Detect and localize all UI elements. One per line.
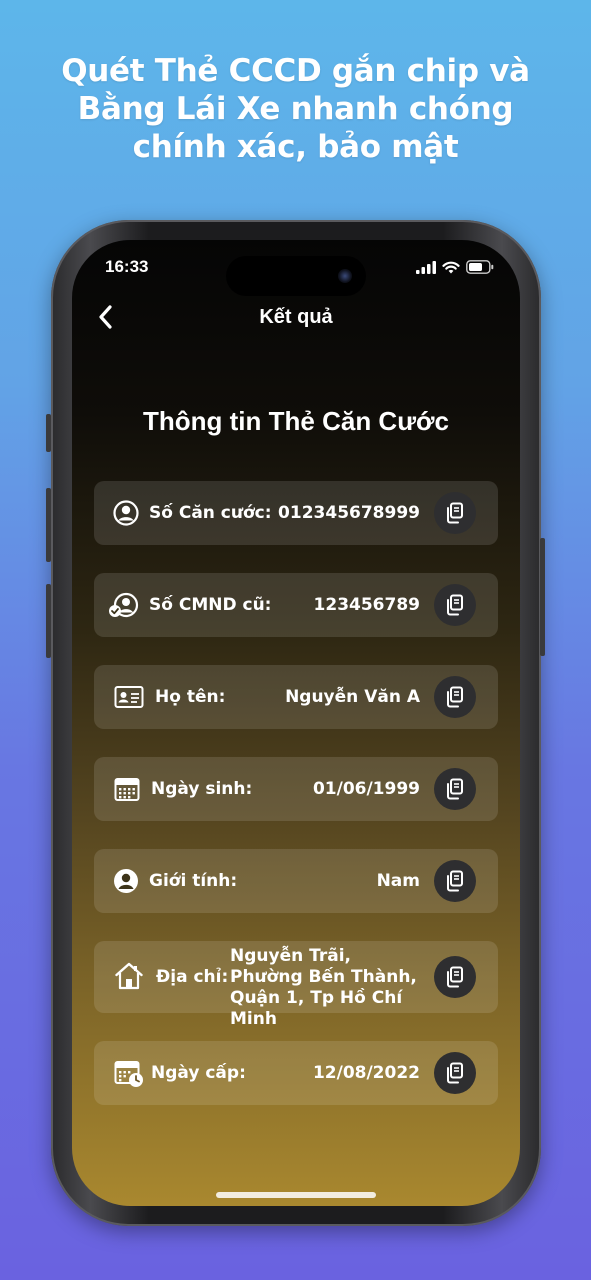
- person-check-icon: [109, 592, 139, 618]
- battery-icon: [466, 260, 494, 274]
- field-label: Địa chỉ:: [156, 967, 229, 987]
- calendar-icon: [114, 778, 140, 801]
- field-value: 012345678999: [278, 503, 420, 523]
- copy-icon: [447, 778, 463, 800]
- person-circle-icon: [114, 869, 138, 893]
- field-card-gender: Giới tính: Nam: [94, 849, 498, 913]
- home-indicator[interactable]: [216, 1192, 376, 1198]
- field-card-citizen-id: Số Căn cước: 012345678999: [94, 481, 498, 545]
- status-time: 16:33: [105, 257, 149, 276]
- dynamic-island: [226, 256, 366, 296]
- wifi-icon: [442, 261, 460, 273]
- phone-screen: 16:33 Kết quả Thông tin Thẻ Căn Cước Số …: [72, 240, 520, 1206]
- nav-title: Kết quả: [259, 306, 333, 328]
- copy-button[interactable]: [434, 860, 476, 902]
- copy-icon: [447, 966, 463, 988]
- field-card-issue-date: Ngày cấp: 12/08/2022: [94, 1041, 498, 1105]
- signal-icon: [416, 260, 436, 274]
- field-label: Ngày sinh:: [151, 779, 253, 799]
- copy-icon: [447, 502, 463, 524]
- field-card-address: Địa chỉ: Nguyễn Trãi, Phường Bến Thành, …: [94, 941, 498, 1029]
- headline-line-1: Quét Thẻ CCCD gắn chip và: [61, 53, 530, 89]
- copy-icon: [447, 594, 463, 616]
- section-title: Thông tin Thẻ Căn Cước: [143, 406, 449, 436]
- headline: Quét Thẻ CCCD gắn chip và Bằng Lái Xe nh…: [0, 52, 591, 166]
- field-value: 01/06/1999: [312, 779, 420, 799]
- field-value: Nam: [376, 871, 420, 891]
- field-value: Nguyễn Văn A: [285, 687, 420, 707]
- field-label: Họ tên:: [155, 687, 226, 707]
- mute-switch: [46, 414, 51, 452]
- copy-button[interactable]: [434, 768, 476, 810]
- calendar-clock-icon: [114, 1061, 143, 1087]
- copy-button[interactable]: [434, 676, 476, 718]
- field-value: Nguyễn Trãi, Phường Bến Thành, Quận 1, T…: [230, 946, 417, 1029]
- status-icons: [416, 260, 494, 274]
- copy-icon: [447, 870, 463, 892]
- field-value: 12/08/2022: [312, 1063, 420, 1083]
- id-card-icon: [114, 686, 144, 708]
- copy-button[interactable]: [434, 1052, 476, 1094]
- field-label: Ngày cấp:: [151, 1063, 246, 1083]
- headline-line-2: Bằng Lái Xe nhanh chóng: [77, 91, 514, 127]
- field-card-date-of-birth: Ngày sinh: 01/06/1999: [94, 757, 498, 821]
- person-circle-icon: [113, 500, 139, 526]
- copy-button[interactable]: [434, 584, 476, 626]
- headline-line-3: chính xác, bảo mật: [132, 129, 459, 165]
- volume-down-button: [46, 584, 51, 658]
- home-icon: [115, 962, 143, 990]
- copy-icon: [447, 686, 463, 708]
- field-card-full-name: Họ tên: Nguyễn Văn A: [94, 665, 498, 729]
- copy-icon: [447, 1062, 463, 1084]
- volume-up-button: [46, 488, 51, 562]
- field-card-old-id: Số CMND cũ: 123456789: [94, 573, 498, 637]
- front-camera: [338, 269, 352, 283]
- copy-button[interactable]: [434, 956, 476, 998]
- field-label: Giới tính:: [149, 871, 238, 891]
- copy-button[interactable]: [434, 492, 476, 534]
- field-value: 123456789: [313, 595, 420, 615]
- field-label: Số CMND cũ:: [149, 595, 272, 615]
- power-button: [540, 538, 545, 656]
- field-label: Số Căn cước:: [149, 503, 272, 523]
